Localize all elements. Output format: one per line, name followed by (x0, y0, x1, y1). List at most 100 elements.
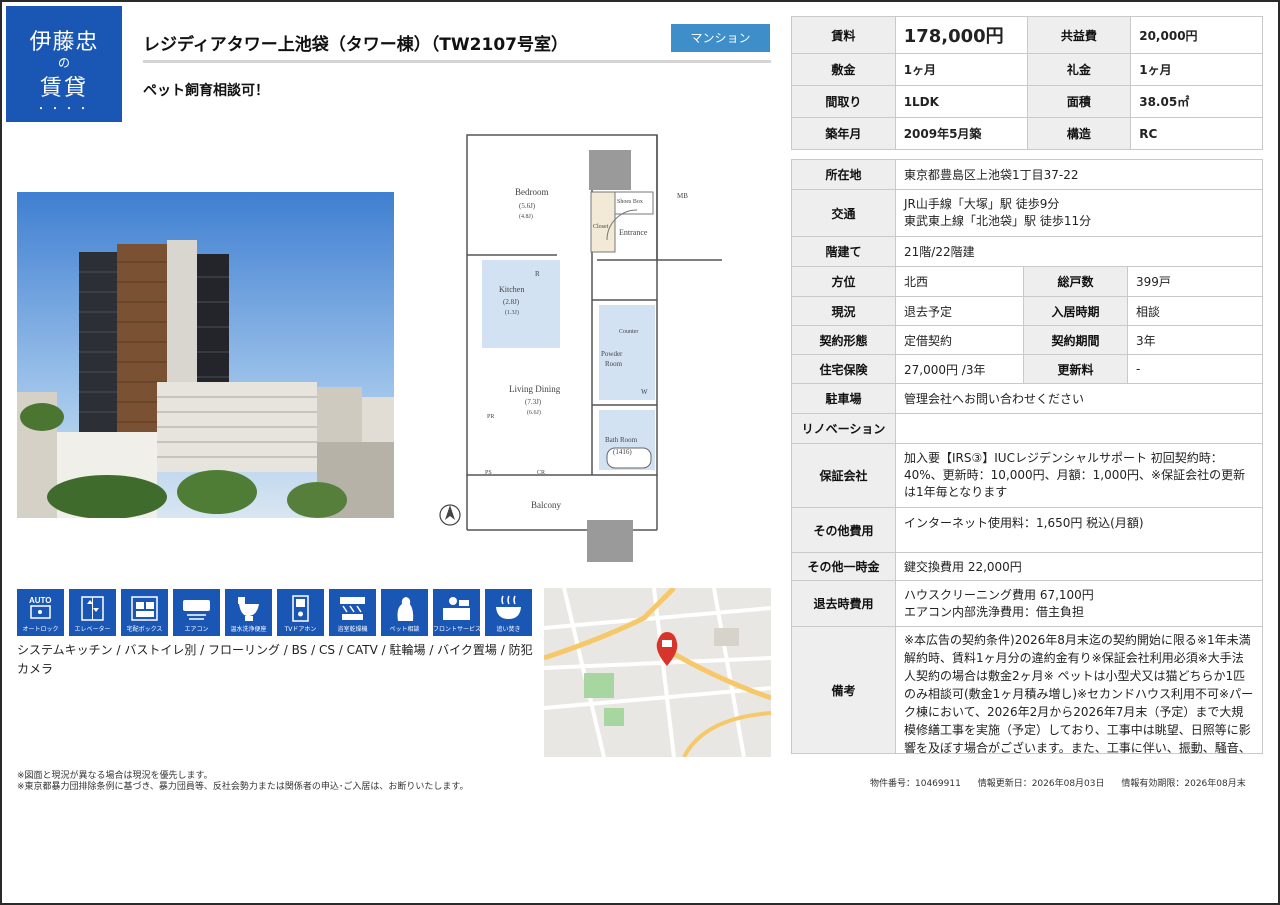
deposit-value: 1ヶ月 (894, 53, 1028, 86)
units-value: 399戸 (1127, 266, 1263, 297)
built-value: 2009年5月築 (894, 117, 1028, 150)
building-photo[interactable] (17, 192, 394, 518)
insurance-value: 27,000円 /3年 (895, 354, 1024, 384)
info-valid-until: 情報有効期限：2026年08月末 (1121, 779, 1246, 789)
renovation-label: リノベーション (791, 413, 896, 444)
structure-value: RC (1130, 117, 1263, 150)
logo-text-line2: の (57, 56, 70, 70)
property-number: 物件番号：10469911 (870, 779, 961, 789)
address-label: 所在地 (791, 159, 896, 190)
renewal-label: 更新料 (1023, 354, 1128, 384)
category-badge: マンション (671, 24, 770, 52)
insurance-label: 住宅保険 (791, 354, 896, 384)
amenity-caption: ペット相談 (389, 626, 420, 633)
units-label: 総戸数 (1023, 266, 1128, 297)
disclaimer-notes: ※図面と現況が異なる場合は現況を優先します。 ※東京都暴力団排除条例に基づき、暴… (17, 771, 469, 793)
move-in-value: 相談 (1127, 296, 1263, 326)
rent-label: 賃料 (791, 16, 896, 54)
deposit-label: 敷金 (791, 53, 896, 86)
summary-table: 賃料 178,000円 共益費 20,000円 敷金 1ヶ月 礼金 1ヶ月 間取… (791, 16, 1263, 150)
remarks-value: ※本広告の契約条件)2026年8月末迄の契約開始に限る※1年未満解約時、賃料1ヶ… (904, 633, 1254, 753)
counter-label: Counter (619, 329, 638, 335)
location-map[interactable] (544, 588, 771, 757)
move-out-label: 退去時費用 (791, 580, 896, 627)
property-title: レジディアタワー上池袋（タワー棟）（TW2107号室） (143, 35, 568, 55)
amenity-caption: 温水洗浄便座 (230, 626, 267, 633)
bedroom-size: (5.6J) (519, 202, 536, 210)
washer-label: W (641, 388, 648, 396)
transport-label: 交通 (791, 189, 896, 237)
term-label: 契約期間 (1023, 325, 1128, 355)
key-money-label: 礼金 (1026, 53, 1132, 86)
ps-label: PS (485, 470, 492, 476)
renewal-value: - (1127, 354, 1263, 384)
auto-lock-text: AUTO (29, 596, 52, 605)
amenity-caption: 浴室乾燥機 (337, 626, 368, 633)
living-dining-label: Living Dining (509, 384, 561, 394)
parking-value: 管理会社へお問い合わせください (895, 383, 1263, 414)
direction-label: 方位 (791, 266, 896, 297)
title-divider (143, 60, 771, 63)
reheat-bath-icon: 追い焚き (485, 589, 532, 636)
living-size: (7.3J) (525, 398, 542, 406)
common-fee-label: 共益費 (1026, 16, 1132, 54)
logo-text-line3: 賃貸 (39, 76, 88, 101)
layout-label: 間取り (791, 85, 896, 118)
elevator-icon: エレベーター (69, 589, 116, 636)
one-time-label: その他一時金 (791, 552, 896, 581)
closet-label: Closet (593, 224, 609, 230)
amenity-icons: AUTO オートロック エレベーター 宅配ボックス エアコン 温水洗浄便座 TV… (17, 589, 532, 636)
guarantor-value: 加入要【IRS③】IUCレジデンシャルサポート 初回契約時：40%、更新時：10… (895, 443, 1263, 508)
powder-room-label2: Room (605, 360, 623, 368)
built-label: 築年月 (791, 117, 896, 150)
powder-room-label: Powder (601, 350, 623, 358)
amenity-caption: エアコン (184, 626, 209, 633)
amenity-caption: 追い焚き (496, 626, 521, 633)
bedroom-size2: (4.8J) (519, 213, 533, 220)
refrigerator-label: R (535, 270, 540, 278)
other-fee-value: インターネット使用料：1,650円 税込(月額) (895, 507, 1263, 553)
logo-text-line1: 伊藤忠 (29, 30, 99, 55)
contract-label: 契約形態 (791, 325, 896, 355)
remarks-cell: ※本広告の契約条件)2026年8月末迄の契約開始に限る※1年未満解約時、賃料1ヶ… (895, 626, 1263, 754)
one-time-value: 鍵交換費用 22,000円 (895, 552, 1263, 581)
floor-plan[interactable]: Bedroom (5.6J) (4.8J) Closet Shoes Box E… (437, 130, 727, 562)
parking-label: 駐車場 (791, 383, 896, 414)
balcony-label: Balcony (531, 500, 561, 510)
key-money-value: 1ヶ月 (1130, 53, 1263, 86)
logo-dots: ・・・・ (36, 104, 92, 115)
area-value: 38.05㎡ (1130, 85, 1263, 118)
amenity-caption: エレベーター (74, 626, 111, 633)
info-updated-date: 情報更新日：2026年08月03日 (977, 779, 1105, 789)
amenity-caption: フロントサービス (433, 626, 482, 633)
building-photo-image (17, 192, 394, 518)
guarantor-label: 保証会社 (791, 443, 896, 508)
amenity-caption: 宅配ボックス (126, 626, 163, 633)
bath-size: (1416) (613, 448, 632, 456)
amenity-caption: オートロック (22, 626, 59, 633)
common-fee-value: 20,000円 (1130, 16, 1263, 54)
disclaimer-line1: ※図面と現況が異なる場合は現況を優先します。 (17, 771, 213, 781)
rent-value: 178,000円 (894, 16, 1028, 54)
kitchen-label: Kitchen (499, 285, 524, 294)
remarks-label: 備考 (791, 626, 896, 754)
brand-logo[interactable]: 伊藤忠 の 賃貸 ・・・・ (6, 6, 122, 122)
contract-value: 定借契約 (895, 325, 1024, 355)
delivery-box-icon: 宅配ボックス (121, 589, 168, 636)
floor-value: 21階/22階建 (895, 236, 1263, 267)
renovation-value (895, 413, 1263, 444)
equipment-list: システムキッチン / バストイレ別 / フローリング / BS / CS / C… (17, 643, 533, 676)
transport-value: JR山手線「大塚」駅 徒歩9分 東武東上線「北池袋」駅 徒歩11分 (895, 189, 1263, 237)
details-table: 所在地 東京都豊島区上池袋1丁目37-22 交通 JR山手線「大塚」駅 徒歩9分… (791, 159, 1263, 754)
living-size2: (6.6J) (527, 409, 541, 416)
move-out-line1: ハウスクリーニング費用 67,100円 (904, 587, 1094, 602)
transport-line1: JR山手線「大塚」駅 徒歩9分 (904, 197, 1060, 211)
tv-intercom-icon: TVドアホン (277, 589, 324, 636)
pet-note: ペット飼育相談可！ (143, 83, 269, 99)
disclaimer-line2: ※東京都暴力団排除条例に基づき、暴力団員等、反社会勢力または関係者の申込･ご入居… (17, 782, 469, 792)
transport-line2: 東武東上線「北池袋」駅 徒歩11分 (904, 214, 1092, 228)
listing-footer: 物件番号：10469911 情報更新日：2026年08月03日 情報有効期限：2… (870, 776, 1260, 789)
term-value: 3年 (1127, 325, 1263, 355)
direction-value: 北西 (895, 266, 1024, 297)
floor-plan-drawing: Bedroom (5.6J) (4.8J) Closet Shoes Box E… (439, 134, 722, 562)
